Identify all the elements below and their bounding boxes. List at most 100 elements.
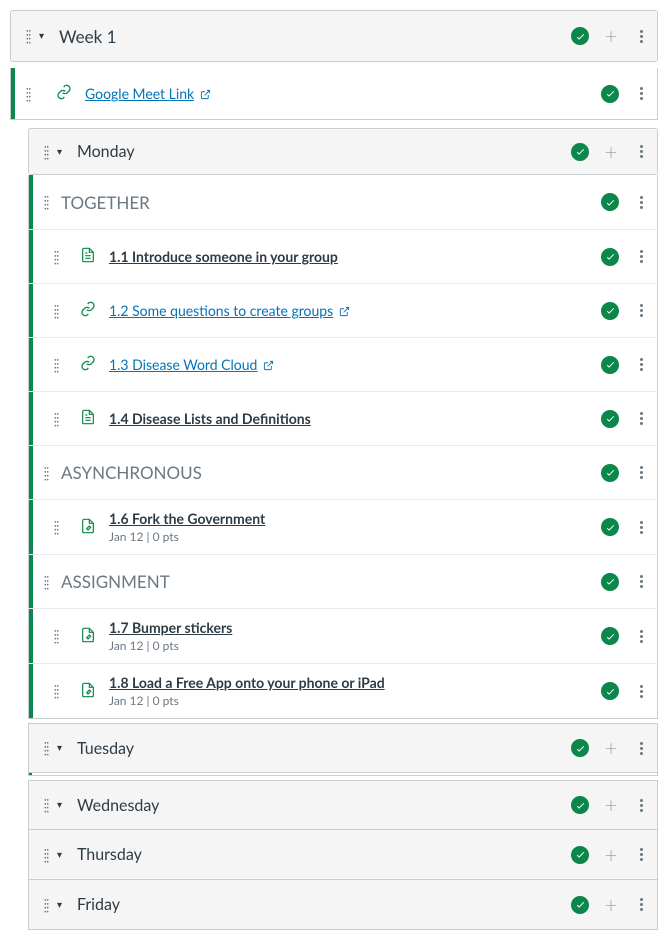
- drag-handle-icon[interactable]: ⁞⁞: [41, 740, 51, 756]
- link-icon: [55, 83, 73, 104]
- item-google-meet: ⁞⁞ Google Meet Link: [10, 68, 658, 120]
- item-link[interactable]: 1.2 Some questions to create groups: [109, 302, 350, 319]
- item-controls: [601, 573, 649, 591]
- published-icon[interactable]: [571, 27, 589, 45]
- published-icon[interactable]: [601, 302, 619, 320]
- add-item-button[interactable]: +: [603, 844, 619, 866]
- published-icon[interactable]: [601, 627, 619, 645]
- heading-assignment: ⁞⁞ ASSIGNMENT: [29, 554, 657, 608]
- item-controls: [601, 627, 649, 645]
- published-icon[interactable]: [601, 85, 619, 103]
- kebab-icon[interactable]: [633, 742, 649, 755]
- item-1-8: ⁞⁞ 1.8 Load a Free App onto your phone o…: [29, 663, 657, 718]
- item-title[interactable]: 1.1 Introduce someone in your group: [109, 248, 338, 265]
- item-controls: [601, 410, 649, 428]
- published-bar: [29, 609, 33, 663]
- drag-handle-icon[interactable]: ⁞⁞: [51, 249, 61, 265]
- kebab-icon[interactable]: [633, 304, 649, 317]
- kebab-icon[interactable]: [633, 466, 649, 479]
- module-controls: +: [571, 25, 649, 47]
- module-controls: +: [571, 794, 649, 816]
- assignment-icon: [79, 517, 97, 538]
- module-controls: +: [571, 737, 649, 759]
- caret-down-icon[interactable]: ▾: [57, 849, 67, 861]
- drag-handle-icon[interactable]: ⁞⁞: [41, 465, 51, 481]
- published-icon[interactable]: [601, 410, 619, 428]
- published-icon[interactable]: [601, 573, 619, 591]
- item-title[interactable]: 1.8 Load a Free App onto your phone or i…: [109, 674, 385, 691]
- published-icon[interactable]: [601, 464, 619, 482]
- drag-handle-icon[interactable]: ⁞⁞: [41, 574, 51, 590]
- kebab-icon[interactable]: [633, 87, 649, 100]
- page-icon: [79, 246, 97, 267]
- drag-handle-icon[interactable]: ⁞⁞: [51, 628, 61, 644]
- add-item-button[interactable]: +: [603, 25, 619, 47]
- kebab-icon[interactable]: [633, 250, 649, 263]
- item-title[interactable]: 1.4 Disease Lists and Definitions: [109, 410, 311, 427]
- module-wednesday: ⁞⁞ ▾ Wednesday +: [28, 780, 658, 830]
- item-link[interactable]: 1.3 Disease Word Cloud: [109, 356, 274, 373]
- module-friday: ⁞⁞ ▾ Friday +: [28, 880, 658, 930]
- caret-down-icon[interactable]: ▾: [57, 899, 67, 911]
- add-item-button[interactable]: +: [603, 894, 619, 916]
- caret-down-icon[interactable]: ▾: [57, 146, 67, 158]
- kebab-icon[interactable]: [633, 521, 649, 534]
- item-title[interactable]: 1.7 Bumper stickers: [109, 619, 232, 636]
- item-meta: Jan 12 | 0 pts: [109, 693, 601, 708]
- add-item-button[interactable]: +: [603, 794, 619, 816]
- published-icon[interactable]: [571, 896, 589, 914]
- caret-down-icon[interactable]: ▾: [39, 30, 49, 42]
- caret-down-icon[interactable]: ▾: [57, 799, 67, 811]
- kebab-icon[interactable]: [633, 630, 649, 643]
- module-tuesday: ⁞⁞ ▾ Tuesday +: [28, 723, 658, 773]
- published-icon[interactable]: [601, 682, 619, 700]
- module-monday: ⁞⁞ ▾ Monday +: [28, 128, 658, 175]
- add-item-button[interactable]: +: [603, 737, 619, 759]
- published-icon[interactable]: [601, 193, 619, 211]
- caret-down-icon[interactable]: ▾: [57, 742, 67, 754]
- published-icon[interactable]: [571, 846, 589, 864]
- drag-handle-icon[interactable]: ⁞⁞: [41, 847, 51, 863]
- drag-handle-icon[interactable]: ⁞⁞: [41, 194, 51, 210]
- kebab-icon[interactable]: [633, 898, 649, 911]
- published-icon[interactable]: [571, 796, 589, 814]
- item-link[interactable]: Google Meet Link: [85, 85, 601, 102]
- item-title[interactable]: 1.6 Fork the Government: [109, 510, 265, 527]
- drag-handle-icon[interactable]: ⁞⁞: [51, 303, 61, 319]
- published-icon[interactable]: [601, 518, 619, 536]
- item-body: 1.7 Bumper stickers Jan 12 | 0 pts: [109, 609, 601, 663]
- published-bar: [29, 446, 33, 499]
- kebab-icon[interactable]: [633, 30, 649, 43]
- published-icon[interactable]: [571, 143, 589, 161]
- module-title: Thursday: [77, 845, 571, 864]
- item-controls: [601, 302, 649, 320]
- drag-handle-icon[interactable]: ⁞⁞: [41, 144, 51, 160]
- published-bar: [29, 392, 33, 445]
- kebab-icon[interactable]: [633, 145, 649, 158]
- drag-handle-icon[interactable]: ⁞⁞: [51, 683, 61, 699]
- drag-handle-icon[interactable]: ⁞⁞: [23, 86, 33, 102]
- item-body: 1.1 Introduce someone in your group: [109, 238, 601, 275]
- kebab-icon[interactable]: [633, 412, 649, 425]
- kebab-icon[interactable]: [633, 685, 649, 698]
- drag-handle-icon[interactable]: ⁞⁞: [41, 897, 51, 913]
- published-bar: [11, 68, 15, 119]
- drag-handle-icon[interactable]: ⁞⁞: [51, 519, 61, 535]
- drag-handle-icon[interactable]: ⁞⁞: [51, 411, 61, 427]
- kebab-icon[interactable]: [633, 358, 649, 371]
- drag-handle-icon[interactable]: ⁞⁞: [41, 797, 51, 813]
- published-icon[interactable]: [601, 248, 619, 266]
- item-body: 1.3 Disease Word Cloud: [109, 346, 601, 383]
- published-icon[interactable]: [571, 739, 589, 757]
- module-title: Monday: [77, 142, 571, 161]
- kebab-icon[interactable]: [633, 848, 649, 861]
- drag-handle-icon[interactable]: ⁞⁞: [51, 357, 61, 373]
- add-item-button[interactable]: +: [603, 141, 619, 163]
- kebab-icon[interactable]: [633, 575, 649, 588]
- drag-handle-icon[interactable]: ⁞⁞: [23, 28, 33, 44]
- kebab-icon[interactable]: [633, 196, 649, 209]
- kebab-icon[interactable]: [633, 799, 649, 812]
- published-icon[interactable]: [601, 356, 619, 374]
- module-thursday: ⁞⁞ ▾ Thursday +: [28, 830, 658, 880]
- item-1-7: ⁞⁞ 1.7 Bumper stickers Jan 12 | 0 pts: [29, 608, 657, 663]
